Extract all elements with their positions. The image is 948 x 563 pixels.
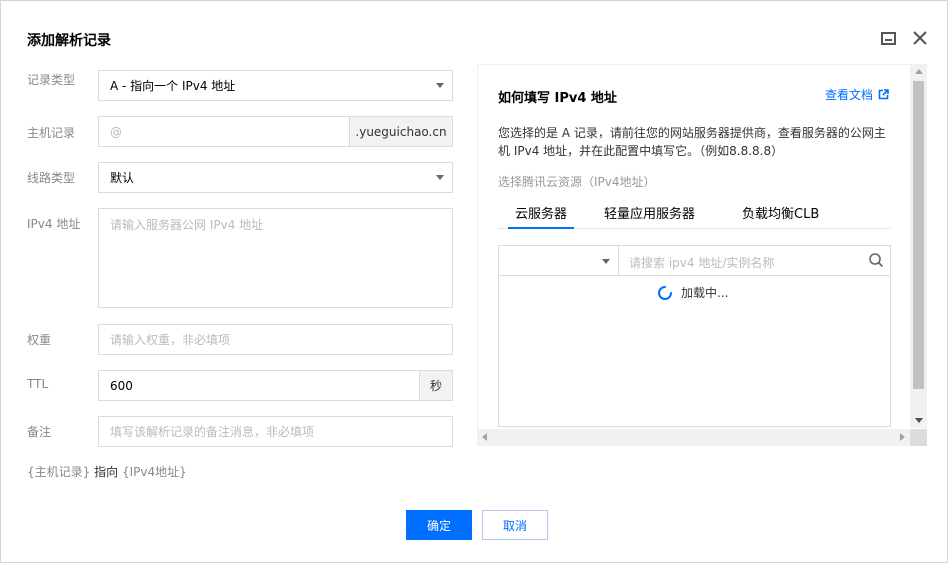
line-type-label: 线路类型 — [27, 171, 76, 185]
search-icon[interactable] — [868, 252, 884, 268]
chevron-down-icon — [602, 259, 610, 264]
scroll-right-icon[interactable] — [900, 433, 905, 441]
domain-suffix: .yueguichao.cn — [349, 117, 452, 146]
resource-filter-bar: 请搜索 ipv4 地址/实例名称 — [499, 246, 890, 276]
line-type-value: 默认 — [110, 171, 135, 185]
weight-placeholder: 请输入权重，非必填项 — [110, 333, 231, 347]
help-panel: 如何填写 IPv4 地址 查看文档 您选择的是 A 记录，请前往您的网站服务器提… — [477, 64, 927, 446]
scrollbar-corner — [910, 429, 927, 446]
view-docs-link[interactable]: 查看文档 — [825, 86, 889, 103]
close-button[interactable] — [911, 29, 929, 47]
remark-input[interactable]: 填写该解析记录的备注消息，非必填项 — [98, 416, 453, 447]
dialog-title: 添加解析记录 — [27, 33, 111, 49]
ttl-unit: 秒 — [419, 371, 452, 400]
minimize-icon — [880, 31, 896, 45]
help-description: 您选择的是 A 记录，请前往您的网站服务器提供商，查看服务器的公网主机 IPv4… — [498, 126, 886, 158]
resource-search-input[interactable]: 请搜索 ipv4 地址/实例名称 — [629, 254, 774, 271]
vertical-scrollbar[interactable] — [910, 64, 927, 428]
tab-clb[interactable]: 负载均衡CLB — [742, 203, 819, 229]
record-type-label: 记录类型 — [27, 73, 76, 87]
tab-cvm[interactable]: 云服务器 — [508, 203, 574, 229]
loading-indicator: 加载中... — [657, 284, 728, 301]
external-link-icon — [878, 89, 889, 100]
host-record-placeholder: @ — [110, 124, 122, 139]
ipv4-label: IPv4 地址 — [27, 217, 81, 231]
add-record-dialog: 添加解析记录 记录类型 A - 指向一个 IPv4 地址 主机记录 @ .yue… — [0, 0, 948, 563]
region-select[interactable] — [499, 246, 619, 276]
summary-ipv4: {IPv4地址} — [121, 465, 187, 479]
tab-lighthouse[interactable]: 轻量应用服务器 — [604, 203, 695, 229]
weight-label: 权重 — [27, 333, 52, 347]
scroll-left-icon[interactable] — [482, 433, 487, 441]
cancel-button[interactable]: 取消 — [482, 510, 548, 540]
weight-input[interactable]: 请输入权重，非必填项 — [98, 324, 453, 355]
scroll-up-icon[interactable] — [915, 69, 923, 74]
chevron-down-icon — [436, 175, 444, 180]
view-docs-label: 查看文档 — [825, 88, 874, 102]
remark-label: 备注 — [27, 425, 52, 439]
chevron-down-icon — [436, 83, 444, 88]
host-record-label: 主机记录 — [27, 126, 76, 140]
horizontal-scrollbar[interactable] — [477, 429, 910, 446]
line-type-select[interactable]: 默认 — [98, 162, 453, 193]
confirm-button[interactable]: 确定 — [406, 510, 472, 540]
resource-table: 请搜索 ipv4 地址/实例名称 加载中... — [498, 245, 891, 427]
resource-tabs: 云服务器 轻量应用服务器 负载均衡CLB — [498, 203, 891, 229]
record-summary: {主机记录} 指向 {IPv4地址} — [27, 463, 187, 480]
ipv4-textarea[interactable]: 请输入服务器公网 IPv4 地址 — [98, 208, 453, 308]
host-record-input[interactable]: @ .yueguichao.cn — [98, 116, 453, 147]
record-type-value: A - 指向一个 IPv4 地址 — [110, 79, 236, 93]
summary-host: {主机记录} — [27, 465, 91, 479]
ipv4-placeholder: 请输入服务器公网 IPv4 地址 — [110, 218, 264, 232]
close-icon — [913, 31, 927, 45]
scroll-down-icon[interactable] — [915, 418, 923, 423]
ttl-value: 600 — [110, 378, 133, 393]
record-type-select[interactable]: A - 指向一个 IPv4 地址 — [98, 70, 453, 101]
loading-spinner-icon — [658, 285, 672, 300]
ttl-input[interactable]: 600 秒 — [98, 370, 453, 401]
loading-text: 加载中... — [681, 286, 729, 300]
ttl-label: TTL — [27, 377, 49, 391]
summary-points-to: 指向 — [94, 465, 119, 479]
minimize-button[interactable] — [879, 29, 897, 47]
help-subtitle: 选择腾讯云资源（IPv4地址） — [498, 175, 656, 189]
help-panel-title: 如何填写 IPv4 地址 — [498, 91, 617, 106]
scroll-thumb[interactable] — [913, 81, 924, 389]
remark-placeholder: 填写该解析记录的备注消息，非必填项 — [110, 425, 315, 439]
